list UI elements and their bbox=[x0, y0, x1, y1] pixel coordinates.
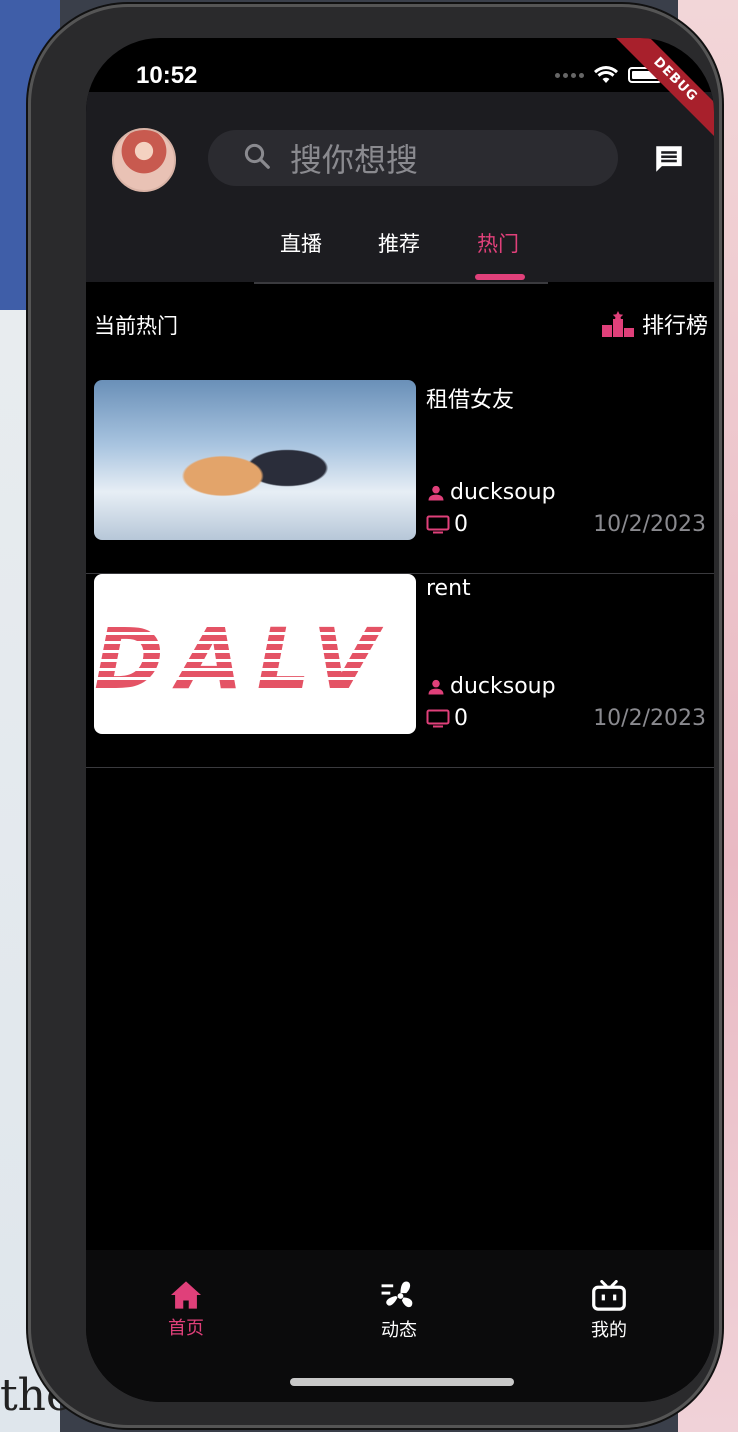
video-thumbnail[interactable] bbox=[94, 380, 416, 540]
author-name: ducksoup bbox=[450, 674, 556, 699]
tab-indicator bbox=[475, 274, 525, 280]
ranking-label: 排行榜 bbox=[641, 314, 708, 339]
phone-frame: 搜你想搜 直播 推荐 热门 10:52 DEBUG 当前热门 排行榜 租借女友 … bbox=[28, 4, 722, 1428]
podium-icon bbox=[601, 311, 634, 337]
author-name: ducksoup bbox=[450, 480, 556, 505]
user-icon bbox=[428, 679, 444, 694]
list-item[interactable]: 租借女友 ducksoup 0 10/2/2023 bbox=[86, 380, 714, 574]
wifi-icon bbox=[594, 66, 618, 83]
video-date: 10/2/2023 bbox=[593, 512, 706, 537]
status-time: 10:52 bbox=[136, 62, 198, 89]
nav-home[interactable]: 首页 bbox=[168, 1280, 204, 1340]
thumbnail-stripes bbox=[94, 626, 416, 686]
video-date: 10/2/2023 bbox=[593, 706, 706, 731]
tv-icon bbox=[426, 515, 450, 533]
app-header: 搜你想搜 直播 推荐 热门 bbox=[86, 92, 714, 282]
tv-face-icon bbox=[592, 1280, 626, 1311]
tab-popular[interactable]: 热门 bbox=[477, 228, 519, 258]
nav-mine-label: 我的 bbox=[591, 1320, 627, 1341]
search-icon bbox=[242, 141, 272, 175]
home-indicator[interactable] bbox=[290, 1378, 514, 1386]
view-count: 0 bbox=[454, 706, 468, 731]
tab-recommend[interactable]: 推荐 bbox=[378, 228, 420, 258]
video-views: 0 bbox=[426, 512, 468, 537]
video-author: ducksoup bbox=[426, 480, 556, 505]
search-input[interactable]: 搜你想搜 bbox=[208, 130, 618, 186]
nav-feed-label: 动态 bbox=[381, 1320, 417, 1341]
search-placeholder: 搜你想搜 bbox=[290, 141, 419, 179]
divider bbox=[86, 767, 714, 768]
nav-home-label: 首页 bbox=[168, 1318, 204, 1339]
app-screen: 搜你想搜 直播 推荐 热门 10:52 DEBUG 当前热门 排行榜 租借女友 … bbox=[86, 38, 714, 1402]
section-title: 当前热门 bbox=[94, 314, 178, 338]
video-title: rent bbox=[426, 576, 471, 601]
signal-icon bbox=[555, 72, 584, 78]
home-icon bbox=[171, 1281, 201, 1309]
user-icon bbox=[428, 485, 444, 500]
tab-live[interactable]: 直播 bbox=[280, 228, 322, 258]
video-thumbnail[interactable]: DALV bbox=[94, 574, 416, 734]
tab-bar: 直播 推荐 热门 bbox=[86, 228, 714, 280]
video-author: ducksoup bbox=[426, 674, 556, 699]
view-count: 0 bbox=[454, 512, 468, 537]
nav-feed[interactable]: 动态 bbox=[381, 1280, 417, 1342]
video-views: 0 bbox=[426, 706, 468, 731]
tab-underline bbox=[254, 282, 548, 284]
video-list: 租借女友 ducksoup 0 10/2/2023 DALV rent bbox=[86, 380, 714, 768]
notch bbox=[272, 38, 530, 92]
video-title: 租借女友 bbox=[426, 388, 515, 413]
section-header: 当前热门 排行榜 bbox=[94, 310, 708, 340]
tv-icon bbox=[426, 709, 450, 727]
avatar[interactable] bbox=[112, 128, 176, 192]
list-item[interactable]: DALV rent ducksoup 0 10/2/2023 bbox=[86, 574, 714, 768]
fan-icon bbox=[381, 1281, 413, 1308]
message-icon[interactable] bbox=[652, 142, 686, 180]
ranking-button[interactable]: 排行榜 bbox=[601, 308, 708, 340]
nav-mine[interactable]: 我的 bbox=[591, 1280, 627, 1342]
